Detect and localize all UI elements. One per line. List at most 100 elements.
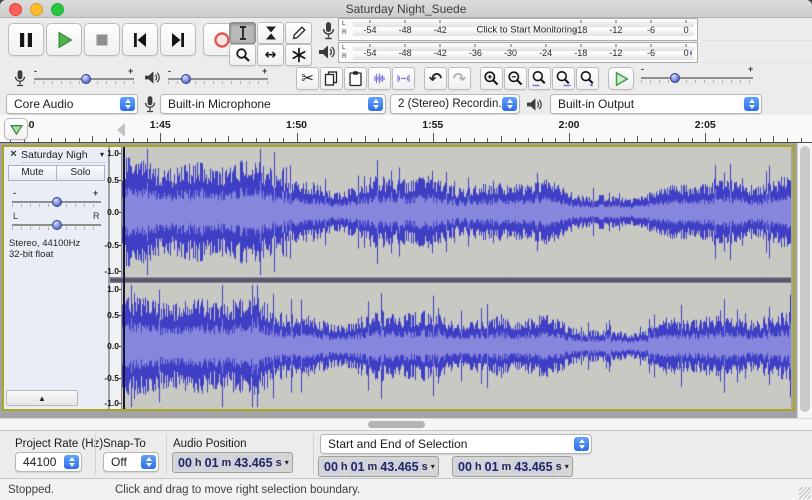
- multi-tool-button[interactable]: [285, 44, 312, 66]
- ruler-tick: [269, 138, 271, 142]
- snap-to-select[interactable]: Off: [103, 452, 159, 472]
- playback-meter-speaker-icon[interactable]: [318, 44, 336, 60]
- ruler-tick: [787, 138, 788, 142]
- audio-host-select[interactable]: Core Audio: [6, 94, 138, 114]
- zoom-tool-button[interactable]: [229, 44, 256, 66]
- timefield-dropdown-icon[interactable]: ▾: [565, 462, 569, 471]
- meter-message[interactable]: Click to Start Monitoring: [476, 24, 577, 35]
- time-shift-tool-button[interactable]: ↔: [257, 44, 284, 66]
- ruler-tick: [800, 138, 802, 142]
- copy-button[interactable]: [320, 67, 343, 90]
- play-at-speed-button[interactable]: [608, 67, 634, 90]
- selection-start-field[interactable]: 00 h 01 m 43.465 s ▾: [318, 456, 439, 477]
- meter-channel-label: L: [342, 44, 346, 51]
- ruler-tick: [569, 133, 570, 142]
- ruler-tick: [51, 138, 53, 142]
- play-speed-slider[interactable]: [641, 71, 753, 85]
- undo-button[interactable]: ↶: [424, 67, 447, 90]
- recording-channels-value: 2 (Stereo) Recordin...: [398, 98, 508, 110]
- stop-button[interactable]: [84, 23, 120, 56]
- silence-audio-button[interactable]: [392, 67, 415, 90]
- pause-icon: [20, 32, 32, 47]
- project-rate-select[interactable]: 44100: [15, 452, 82, 472]
- audio-host-value: Core Audio: [14, 97, 74, 111]
- record-meter-mic-icon[interactable]: [321, 21, 336, 41]
- playback-volume-thumb[interactable]: [181, 74, 191, 84]
- meter-scale-number: -42: [433, 47, 447, 58]
- toolbar-separator: [313, 434, 314, 474]
- selection-end-field[interactable]: 00 h 01 m 43.465 s ▾: [452, 456, 573, 477]
- ruler-tick: [678, 138, 679, 142]
- zoom-in-button[interactable]: [480, 67, 503, 90]
- ruler-tick: [187, 138, 189, 142]
- play-at-speed-icon: [615, 70, 629, 87]
- play-speed-thumb[interactable]: [669, 73, 680, 83]
- audio-position-label: Audio Position: [173, 438, 247, 450]
- toolbar-separator: [702, 40, 812, 41]
- status-bar: Stopped. Click and drag to move right se…: [0, 478, 812, 500]
- skip-to-end-button[interactable]: [160, 23, 196, 56]
- audio-position-field[interactable]: 00 h 01 m 43.465 s ▾: [172, 452, 293, 473]
- recording-volume-thumb[interactable]: [81, 74, 91, 84]
- selection-mode-select[interactable]: Start and End of Selection: [320, 434, 592, 454]
- ruler-tick: [473, 138, 475, 142]
- magnifier-icon: [235, 48, 250, 62]
- selection-tool-button[interactable]: [229, 22, 256, 44]
- fit-selection-button[interactable]: [528, 67, 551, 90]
- ruler-tick: [214, 138, 216, 142]
- envelope-tool-button[interactable]: [257, 22, 284, 44]
- minutes-unit: m: [221, 456, 232, 469]
- ruler-tick: [746, 138, 748, 142]
- zoom-toggle-button[interactable]: [576, 67, 599, 90]
- recording-volume-slider[interactable]: [34, 72, 134, 86]
- vertical-scrollbar[interactable]: [797, 143, 812, 418]
- play-button[interactable]: [46, 23, 82, 56]
- ruler-tick: [623, 138, 625, 142]
- playback-volume-slider[interactable]: [168, 72, 268, 86]
- timeline-options-button[interactable]: [4, 118, 28, 140]
- selection-boundary-handle[interactable]: [117, 123, 125, 137]
- meter-scale-number: -12: [609, 47, 623, 58]
- ruler-tick: [773, 136, 775, 142]
- pause-button[interactable]: [8, 23, 44, 56]
- ruler-tick: [323, 138, 325, 142]
- meter-lanes: -54 -48 -42 -18 -12 -6 0 Click to Start Monitor…: [353, 19, 694, 40]
- skip-to-start-button[interactable]: [122, 23, 158, 56]
- pencil-icon: [292, 26, 306, 40]
- timeline-ruler[interactable]: 1:401:451:501:552:002:05: [0, 115, 812, 143]
- horizontal-scrollbar-thumb[interactable]: [368, 421, 425, 428]
- ruler-tick: [705, 133, 707, 142]
- fit-selection-icon: [532, 70, 546, 87]
- resize-grip[interactable]: [799, 487, 811, 499]
- record-meter[interactable]: L R -54 -48 -42 -18 -12 -6 0 Click to Start Monit…: [338, 18, 698, 41]
- fit-project-button[interactable]: [552, 67, 575, 90]
- recording-device-select[interactable]: Built-in Microphone: [160, 94, 386, 114]
- playback-device-select[interactable]: Built-in Output: [550, 94, 762, 114]
- zoom-out-button[interactable]: [504, 67, 527, 90]
- playback-meter[interactable]: L R -54 -48 -42 -36 -30 -24 -18 -12 -6 0: [338, 42, 698, 63]
- timefield-dropdown-icon[interactable]: ▾: [431, 462, 435, 471]
- horizontal-scrollbar[interactable]: [0, 418, 812, 431]
- meter-tick: [580, 20, 582, 23]
- ruler-tick: [296, 133, 298, 142]
- recording-channels-select[interactable]: 2 (Stereo) Recordin...: [390, 94, 520, 114]
- timefield-dropdown-icon[interactable]: ▾: [285, 458, 289, 467]
- hours-segment: 00: [456, 459, 474, 474]
- draw-tool-button[interactable]: [285, 22, 312, 44]
- trim-audio-button[interactable]: [368, 67, 391, 90]
- trim-audio-icon: [374, 73, 385, 84]
- paste-button[interactable]: [344, 67, 367, 90]
- redo-button[interactable]: ↷: [448, 67, 471, 90]
- audacity-window: Saturday Night_Suede ↔ L R -54 -48 -42 -18: [0, 0, 812, 500]
- timeline-label: 2:00: [558, 119, 580, 131]
- ruler-tick: [405, 138, 407, 142]
- timeline-label: 1:45: [149, 119, 171, 131]
- select-stepper-icon: [64, 455, 79, 469]
- cut-button[interactable]: ✂: [296, 67, 319, 90]
- status-message-text: Click and drag to move right selection b…: [115, 484, 361, 496]
- meter-tick: [439, 20, 441, 23]
- ruler-tick: [487, 138, 489, 142]
- seconds-segment: 43.465: [512, 459, 555, 474]
- vertical-scrollbar-thumb[interactable]: [800, 146, 810, 412]
- titlebar[interactable]: Saturday Night_Suede: [0, 0, 812, 18]
